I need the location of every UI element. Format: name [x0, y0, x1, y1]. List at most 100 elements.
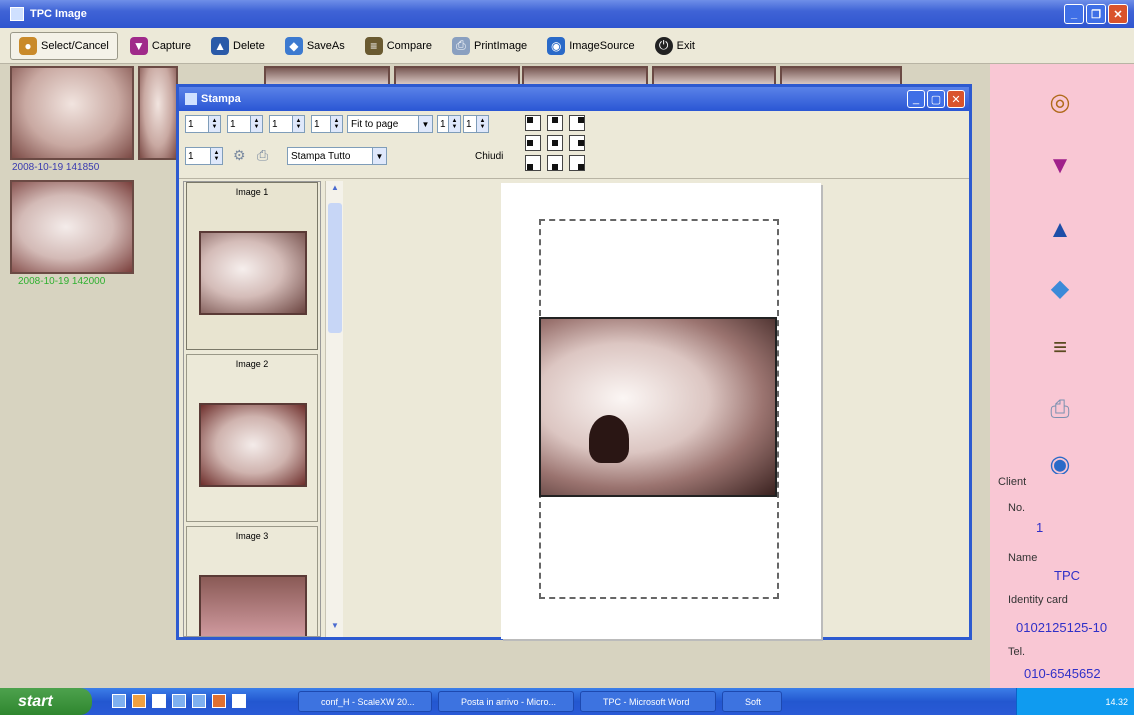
- client-name-label: Name: [1008, 552, 1038, 564]
- client-tel-value: 010-6545652: [1024, 666, 1101, 681]
- saveas-icon: ◆: [284, 36, 303, 55]
- capture-side-icon[interactable]: ▼: [1040, 148, 1080, 184]
- scroll-down-arrow-icon[interactable]: ▼: [328, 621, 342, 635]
- gallery-thumb-1[interactable]: [10, 66, 134, 160]
- spin-field-5[interactable]: 1 ▲ ▼: [437, 115, 461, 133]
- image-list-label: Image 3: [235, 531, 269, 541]
- gallery-thumb-4[interactable]: [394, 66, 520, 86]
- gallery-thumb-3[interactable]: [264, 66, 390, 86]
- printer-icon[interactable]: ⎙: [257, 147, 268, 164]
- image-list-thumb: [199, 575, 307, 636]
- spin-field-3[interactable]: 1 ▲ ▼: [269, 115, 305, 133]
- print-side-icon[interactable]: ⎙: [1040, 392, 1080, 428]
- app-icon: [10, 7, 24, 21]
- align-bottom-right-button[interactable]: [569, 155, 585, 171]
- taskbar-item-1[interactable]: conf_H - ScaleXW 20...: [298, 691, 432, 712]
- taskbar-item-2[interactable]: Posta in arrivo - Micro...: [438, 691, 574, 712]
- image-list-item[interactable]: Image 3: [186, 526, 318, 636]
- copies-spin[interactable]: 1 ▲ ▼: [185, 147, 223, 165]
- gallery-thumb-2[interactable]: [138, 66, 178, 160]
- align-middle-right-button[interactable]: [569, 135, 585, 151]
- dialog-close-button[interactable]: ✕: [947, 90, 965, 108]
- compare-button[interactable]: ≡ Compare: [357, 32, 440, 60]
- saveas-side-icon[interactable]: ◆: [1040, 270, 1080, 306]
- window-title: TPC Image: [30, 8, 87, 20]
- capture-button[interactable]: ▼ Capture: [122, 32, 199, 60]
- close-dialog-button[interactable]: Chiudi: [475, 151, 503, 162]
- dialog-titlebar: Stampa: [179, 87, 969, 111]
- quicklaunch-icon[interactable]: [172, 694, 186, 708]
- spin-field-6[interactable]: 1 ▲ ▼: [463, 115, 489, 133]
- print-mode-select[interactable]: Stampa Tutto ▼: [287, 147, 387, 165]
- printimage-button[interactable]: ⎙ PrintImage: [444, 32, 535, 60]
- image-list-thumb: [199, 231, 307, 315]
- exit-button[interactable]: ⏻ Exit: [647, 32, 703, 60]
- select-cancel-button[interactable]: ● Select/Cancel: [10, 31, 118, 60]
- taskbar: start conf_H - ScaleXW 20... Posta in ar…: [0, 688, 1134, 715]
- align-center-button[interactable]: [547, 135, 563, 151]
- image-list-scrollbar[interactable]: ▲ ▼: [325, 181, 343, 637]
- gallery-thumb-8[interactable]: [10, 180, 134, 274]
- client-id-label: Identity card: [1008, 594, 1068, 606]
- image-list-item[interactable]: Image 1: [186, 182, 318, 350]
- spin-field-1[interactable]: 1 ▲ ▼: [185, 115, 221, 133]
- client-no-value: 1: [1036, 520, 1044, 535]
- saveas-button[interactable]: ◆ SaveAs: [277, 32, 353, 60]
- taskbar-item-4[interactable]: Soft: [722, 691, 782, 712]
- gallery-thumb-6[interactable]: [652, 66, 776, 86]
- scroll-up-arrow-icon[interactable]: ▲: [328, 183, 342, 197]
- client-id-value: 0102125125-10: [1016, 620, 1108, 635]
- quicklaunch-icon[interactable]: [232, 694, 246, 708]
- start-button[interactable]: start: [0, 688, 92, 715]
- print-icon: ⎙: [451, 36, 470, 55]
- compare-icon: ≡: [364, 36, 383, 55]
- taskbar-item-3[interactable]: TPC - Microsoft Word: [580, 691, 716, 712]
- spin-field-4[interactable]: 1 ▲ ▼: [311, 115, 343, 133]
- align-top-center-button[interactable]: [547, 115, 563, 131]
- align-top-left-button[interactable]: [525, 115, 541, 131]
- compare-side-icon[interactable]: ≡: [1040, 330, 1080, 366]
- settings-icon[interactable]: ⚙: [233, 147, 246, 164]
- fit-select[interactable]: Fit to page ▼: [347, 115, 433, 133]
- quicklaunch-icon[interactable]: [212, 694, 226, 708]
- gallery-thumb-5[interactable]: [522, 66, 648, 86]
- quicklaunch-icon[interactable]: [192, 694, 206, 708]
- select-side-icon[interactable]: ◎: [1040, 84, 1080, 120]
- delete-side-icon[interactable]: ▲: [1040, 212, 1080, 248]
- imagesource-side-icon[interactable]: ◉: [1040, 454, 1080, 474]
- dialog-minimize-button[interactable]: _: [907, 90, 925, 108]
- print-preview-page: [501, 183, 821, 639]
- align-bottom-center-button[interactable]: [547, 155, 563, 171]
- image-list-item[interactable]: Image 2: [186, 354, 318, 522]
- image-list-label: Image 1: [235, 187, 269, 197]
- spin-field-2[interactable]: 1 ▲ ▼: [227, 115, 263, 133]
- print-dialog: Stampa _ ▢ ✕ 1 ▲ ▼ 1 ▲ ▼ 1 ▲ ▼ 1 ▲ ▼ Fit to page…: [176, 84, 972, 640]
- align-top-right-button[interactable]: [569, 115, 585, 131]
- gallery-caption-2: 2008-10-19 142000: [18, 276, 106, 287]
- dialog-icon: [185, 93, 197, 105]
- quicklaunch-icon[interactable]: [152, 694, 166, 708]
- client-no-label: No.: [1008, 502, 1026, 514]
- scroll-thumb[interactable]: [328, 203, 342, 333]
- image-list: Image 1 Image 2 Image 3: [183, 181, 321, 637]
- client-name-value: TPC: [1054, 568, 1080, 583]
- align-bottom-left-button[interactable]: [525, 155, 541, 171]
- image-list-thumb: [199, 403, 307, 487]
- close-button[interactable]: ✕: [1108, 4, 1128, 24]
- client-section-label: Client: [998, 476, 1027, 488]
- quicklaunch-icon[interactable]: [132, 694, 146, 708]
- imagesource-button[interactable]: ◉ ImageSource: [539, 32, 642, 60]
- right-panel: ◎ ▼ ▲ ◆ ≡ ⎙ ◉ Client No. 1 Name TPC Iden…: [990, 64, 1134, 688]
- system-tray: 14.32: [1016, 688, 1134, 715]
- quicklaunch-icon[interactable]: [112, 694, 126, 708]
- align-middle-left-button[interactable]: [525, 135, 541, 151]
- select-icon: ●: [19, 36, 37, 55]
- preview-image: [539, 317, 777, 497]
- restore-button[interactable]: ❐: [1086, 4, 1106, 24]
- dialog-maximize-button[interactable]: ▢: [927, 90, 945, 108]
- dialog-title: Stampa: [201, 93, 241, 105]
- gallery-thumb-7[interactable]: [780, 66, 902, 86]
- client-tel-label: Tel.: [1008, 646, 1026, 658]
- minimize-button[interactable]: _: [1064, 4, 1084, 24]
- delete-button[interactable]: ▲ Delete: [203, 32, 273, 60]
